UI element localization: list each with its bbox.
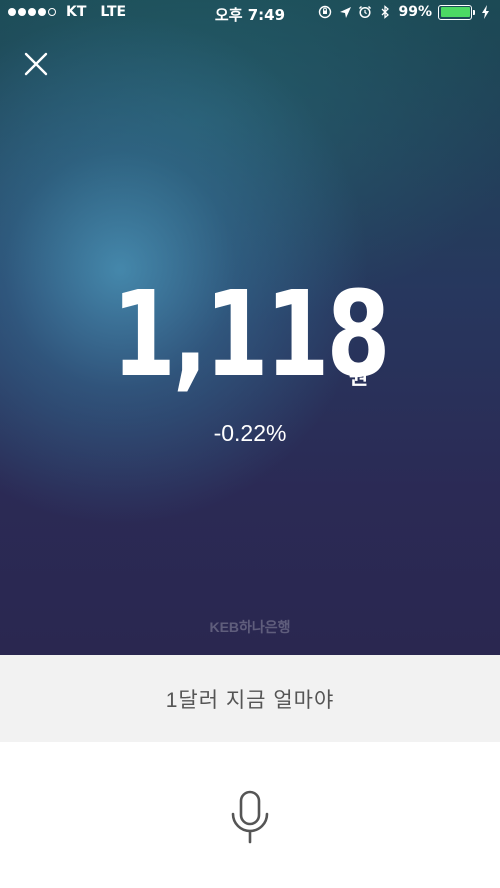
rate-change: -0.22% xyxy=(213,420,287,446)
location-arrow-icon xyxy=(338,5,352,19)
battery-fill xyxy=(440,7,470,17)
battery-percent: 99% xyxy=(398,4,432,20)
exchange-rate-card: KT LTE 오후 7:49 99% 1,118 원 -0.22% KEB하나은… xyxy=(0,0,500,655)
voice-query-bar: 1달러 지금 얼마야 xyxy=(0,655,500,742)
exchange-rate-value: 1,118 xyxy=(112,265,391,403)
alarm-icon xyxy=(358,5,372,19)
close-button[interactable] xyxy=(22,50,50,78)
status-bar: KT LTE 오후 7:49 99% xyxy=(0,0,500,28)
close-icon xyxy=(24,52,48,76)
status-right: 99% xyxy=(318,4,492,20)
microphone-icon xyxy=(231,790,269,844)
bluetooth-icon xyxy=(378,5,392,19)
mic-area xyxy=(0,742,500,888)
charging-bolt-icon xyxy=(478,5,492,19)
rate-display: 1,118 원 xyxy=(0,275,500,393)
currency-unit: 원 xyxy=(349,365,369,389)
battery-icon xyxy=(438,4,475,20)
query-text: 1달러 지금 얼마야 xyxy=(165,688,335,712)
rotation-lock-icon xyxy=(318,5,332,19)
microphone-button[interactable] xyxy=(226,790,274,848)
data-source: KEB하나은행 xyxy=(209,619,291,635)
battery-tip xyxy=(473,9,475,15)
